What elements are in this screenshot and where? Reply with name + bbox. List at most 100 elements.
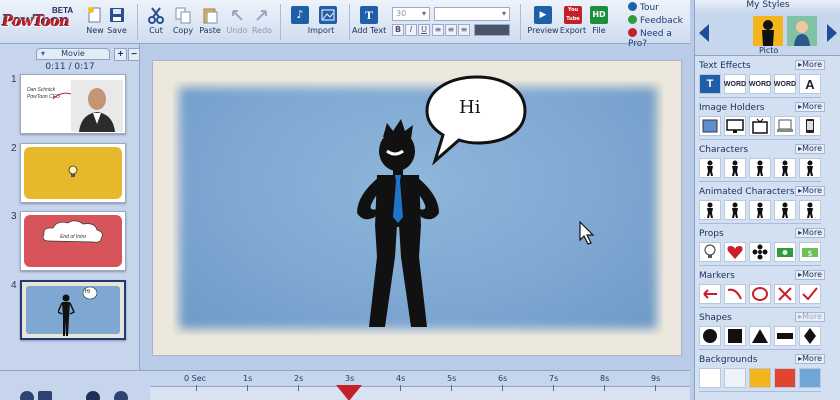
stage[interactable]: Hi xyxy=(152,60,682,356)
bg-red-icon[interactable] xyxy=(774,368,796,388)
movie-tab[interactable]: ▾ Movie xyxy=(36,48,110,60)
play-button[interactable] xyxy=(86,391,100,400)
text-color-picker[interactable] xyxy=(474,24,510,36)
align-left-icon[interactable]: ≡ xyxy=(432,24,444,36)
diamond-shape-icon[interactable] xyxy=(799,326,821,346)
cartoon-style-thumb[interactable] xyxy=(787,16,817,46)
timeline-tick-label: 0 Sec xyxy=(184,374,207,383)
more-button[interactable]: ▸More xyxy=(795,270,825,280)
redo-button[interactable]: Redo xyxy=(245,4,279,40)
figure-icon[interactable] xyxy=(699,158,721,178)
bg-yellow-icon[interactable] xyxy=(749,368,771,388)
align-right-icon[interactable]: ≡ xyxy=(458,24,470,36)
timeline-tick-label: 9s xyxy=(651,374,661,383)
slide-thumbnail-1[interactable]: Dan Schnick PowToon CEO xyxy=(20,74,126,134)
add-slide-button[interactable]: + xyxy=(114,48,127,61)
font-family-select[interactable]: ▾ xyxy=(434,7,510,21)
section-divider xyxy=(699,349,821,350)
timeline-tick-label: 5s xyxy=(447,374,457,383)
more-button[interactable]: ▸More xyxy=(795,228,825,238)
figure-icon[interactable] xyxy=(799,200,821,220)
figure-icon[interactable] xyxy=(774,158,796,178)
more-button[interactable]: ▸More xyxy=(795,144,825,154)
figure-icon[interactable] xyxy=(799,158,821,178)
figure-icon[interactable] xyxy=(749,200,771,220)
tour-label: Tour xyxy=(640,3,659,13)
bg-blue-icon[interactable] xyxy=(799,368,821,388)
slide-thumbnail-3[interactable]: End of Intro xyxy=(20,211,126,271)
figure-icon[interactable] xyxy=(749,158,771,178)
forward-button[interactable] xyxy=(114,391,128,400)
underline-button[interactable]: U xyxy=(418,24,430,36)
more-button[interactable]: ▸More xyxy=(795,186,825,196)
more-button[interactable]: ▸More xyxy=(795,102,825,112)
rewind-button[interactable] xyxy=(38,391,52,400)
more-button[interactable]: ▸More xyxy=(795,60,825,70)
section-items xyxy=(699,158,821,178)
text-box-icon[interactable]: T xyxy=(699,74,721,94)
circle-shape-icon[interactable] xyxy=(699,326,721,346)
section-title-text: Text Effects xyxy=(699,61,751,71)
monitor-icon[interactable] xyxy=(724,116,746,136)
playhead-marker[interactable] xyxy=(336,385,362,400)
curve-arrow-icon[interactable] xyxy=(724,284,746,304)
library-section: Markers ▸More xyxy=(699,270,825,308)
my-styles-title: My Styles xyxy=(695,0,840,14)
tv-icon[interactable] xyxy=(749,116,771,136)
circle-marker-icon[interactable] xyxy=(749,284,771,304)
check-marker-icon[interactable] xyxy=(799,284,821,304)
timeline-ruler[interactable]: 0 Sec 1s 2s 3s 4s 5s 6s 7s 8s 9s xyxy=(150,374,690,400)
heart-icon[interactable] xyxy=(724,242,746,262)
import-button[interactable]: Import xyxy=(308,4,346,40)
text-word-icon[interactable]: WORD xyxy=(749,74,771,94)
section-title-text: Characters xyxy=(699,145,749,155)
phone-icon[interactable] xyxy=(799,116,821,136)
export-button[interactable]: You Tube Export xyxy=(558,4,588,40)
x-marker-icon[interactable] xyxy=(774,284,796,304)
picto-style-thumb[interactable] xyxy=(753,16,783,46)
rectangle-shape-icon[interactable] xyxy=(774,326,796,346)
text-a-icon[interactable]: A xyxy=(799,74,821,94)
laptop-icon[interactable] xyxy=(774,116,796,136)
slide-thumbnail-2[interactable] xyxy=(20,143,126,203)
dollar-icon[interactable]: $ xyxy=(799,242,821,262)
text-word-icon[interactable]: WORD xyxy=(774,74,796,94)
library-section: Image Holders ▸More xyxy=(699,102,825,140)
bg-white-icon[interactable] xyxy=(699,368,721,388)
lightbulb-icon[interactable] xyxy=(699,242,721,262)
feedback-link[interactable]: Feedback xyxy=(628,15,683,26)
more-button[interactable]: ▸More xyxy=(795,354,825,364)
mini-bubble-text: Hi xyxy=(85,289,91,295)
italic-button[interactable]: I xyxy=(405,24,417,36)
arrow-icon[interactable] xyxy=(699,284,721,304)
remove-slide-button[interactable]: − xyxy=(128,48,140,61)
font-size-select[interactable]: 30 ▾ xyxy=(392,7,430,21)
figure-icon[interactable] xyxy=(774,200,796,220)
business-character[interactable] xyxy=(343,117,463,337)
figure-icon[interactable] xyxy=(724,200,746,220)
styles-next-arrow-icon[interactable] xyxy=(827,24,837,42)
timeline-tick xyxy=(247,385,248,391)
add-text-button[interactable]: T Add Text xyxy=(352,4,386,40)
bg-grid-icon[interactable] xyxy=(724,368,746,388)
picture-frame-icon[interactable] xyxy=(699,116,721,136)
more-button[interactable]: ▸More xyxy=(795,312,825,322)
preview-button[interactable]: ▶ Preview xyxy=(526,4,560,40)
align-center-icon[interactable]: ≡ xyxy=(445,24,457,36)
money-icon[interactable] xyxy=(774,242,796,262)
stop-button[interactable] xyxy=(20,391,34,400)
square-shape-icon[interactable] xyxy=(724,326,746,346)
flower-icon[interactable] xyxy=(749,242,771,262)
save-button[interactable]: Save xyxy=(100,4,134,40)
figure-icon[interactable] xyxy=(699,200,721,220)
tour-link[interactable]: Tour xyxy=(628,2,659,13)
figure-icon[interactable] xyxy=(724,158,746,178)
slide-thumbnail-4[interactable]: Hi xyxy=(20,280,126,340)
styles-prev-arrow-icon[interactable] xyxy=(699,24,709,42)
library-section: Characters ▸More xyxy=(699,144,825,182)
file-button[interactable]: HD File xyxy=(585,4,613,40)
triangle-shape-icon[interactable] xyxy=(749,326,771,346)
bold-button[interactable]: B xyxy=(392,24,404,36)
text-sticker-icon[interactable]: WORD xyxy=(724,74,746,94)
pro-link[interactable]: Need a Pro? xyxy=(628,28,690,49)
